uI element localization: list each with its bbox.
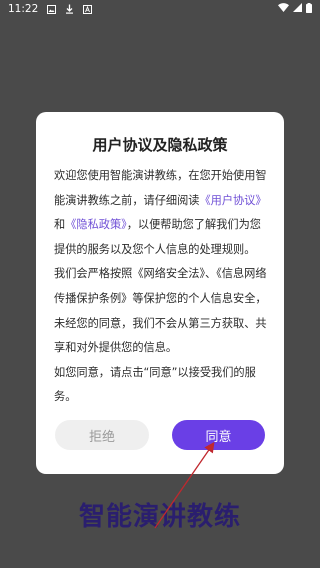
para1-text-b: 和	[54, 218, 66, 232]
download-icon	[64, 4, 74, 14]
agree-button[interactable]: 同意	[172, 420, 265, 450]
status-time: 11:22	[8, 3, 39, 15]
battery-icon	[306, 2, 312, 16]
privacy-policy-link[interactable]: 《隐私政策》	[65, 218, 127, 231]
a-badge-icon	[82, 4, 92, 14]
status-bar: 11:22	[0, 0, 320, 18]
dialog-title: 用户协议及隐私政策	[92, 136, 228, 154]
status-right	[278, 2, 312, 16]
dialog-body: 欢迎您使用智能演讲教练，在您开始使用智能演讲教练之前，请仔细阅读《用户协议》和《…	[54, 164, 268, 464]
wifi-icon	[278, 3, 289, 15]
dialog-paragraph-1: 欢迎您使用智能演讲教练，在您开始使用智能演讲教练之前，请仔细阅读《用户协议》和《…	[54, 164, 268, 262]
status-left: 11:22	[8, 3, 92, 15]
dialog-paragraph-3: 如您同意，请点击“同意”以接受我们的服务。	[54, 365, 256, 404]
image-icon	[46, 4, 56, 14]
dialog-paragraph-2: 我们会严格按照《网络安全法》、《信息网络传播保护条例》等保护您的个人信息安全，未…	[54, 267, 267, 355]
signal-icon	[293, 3, 302, 15]
app-title: 智能演讲教练	[78, 502, 241, 532]
user-agreement-link[interactable]: 《用户协议》	[199, 194, 266, 207]
reject-button[interactable]: 拒绝	[55, 420, 149, 450]
